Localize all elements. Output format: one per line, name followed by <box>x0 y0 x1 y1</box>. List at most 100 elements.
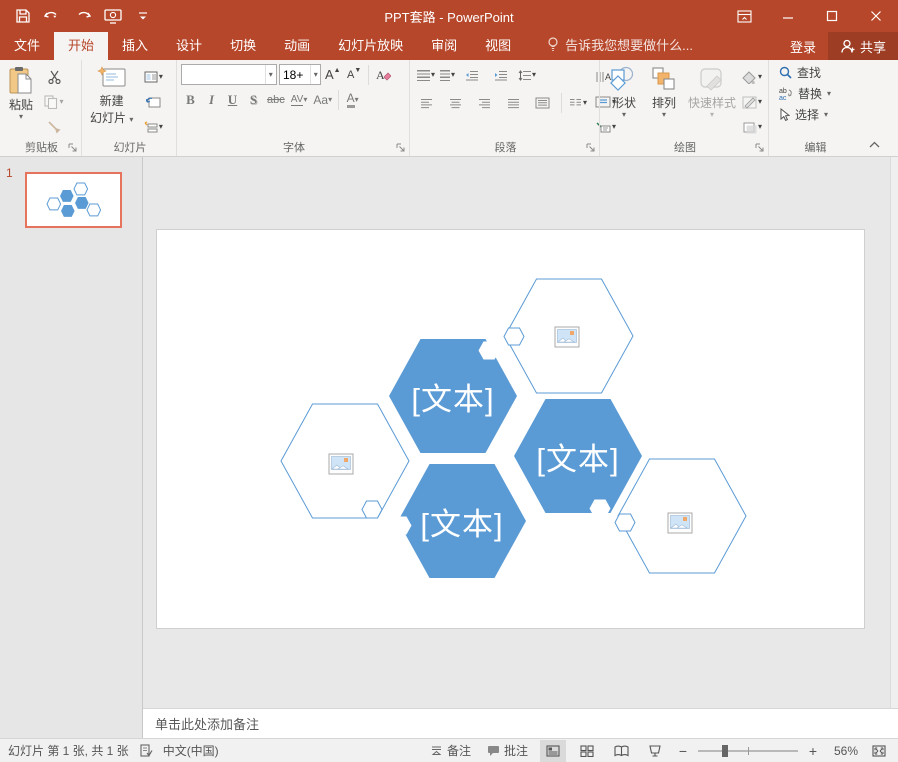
underline-button[interactable]: U <box>223 89 242 110</box>
increase-indent-icon[interactable] <box>489 64 513 86</box>
font-size-combo[interactable]: ▾ <box>279 64 321 85</box>
shape-effects-button[interactable]: ▾ <box>742 116 762 138</box>
arrange-button[interactable]: 排列 ▾ <box>646 64 682 138</box>
maximize-button[interactable] <box>810 0 854 32</box>
numbering-button[interactable]: ▾ <box>440 64 455 86</box>
redo-icon[interactable] <box>70 3 96 29</box>
change-case-button[interactable]: Aa▾ <box>311 89 334 110</box>
quick-styles-button[interactable]: 快速样式 ▾ <box>684 64 740 138</box>
tab-4[interactable]: 切换 <box>216 30 270 60</box>
tab-7[interactable]: 审阅 <box>417 30 471 60</box>
font-dialog-launcher-icon[interactable] <box>396 143 406 153</box>
align-center-icon[interactable] <box>443 92 467 114</box>
paste-button[interactable]: 粘贴 ▾ <box>4 64 38 138</box>
character-spacing-button[interactable]: AV▾ <box>289 89 310 110</box>
italic-button[interactable]: I <box>202 89 221 110</box>
save-icon[interactable] <box>10 3 36 29</box>
reset-slide-icon[interactable] <box>141 91 165 113</box>
share-button[interactable]: 共享 <box>828 32 898 60</box>
tab-1[interactable]: 开始 <box>54 30 108 60</box>
tab-0[interactable]: 文件 <box>0 30 54 60</box>
font-name-combo[interactable]: ▾ <box>181 64 277 85</box>
drawing-dialog-launcher-icon[interactable] <box>755 143 765 153</box>
tab-5[interactable]: 动画 <box>270 30 324 60</box>
bold-button[interactable]: B <box>181 89 200 110</box>
vertical-scrollbar[interactable] <box>890 157 898 708</box>
zoom-in-button[interactable]: + <box>806 743 820 759</box>
shape-outline-button[interactable]: ▾ <box>742 91 762 113</box>
tab-6[interactable]: 幻灯片放映 <box>324 30 417 60</box>
notes-toggle[interactable]: 备注 <box>426 739 475 762</box>
hex-text-placeholder[interactable]: [文本] <box>513 398 643 514</box>
spell-check-icon[interactable] <box>139 744 153 758</box>
shapes-button[interactable]: 形状 ▾ <box>604 64 644 138</box>
format-painter-icon[interactable] <box>42 116 66 138</box>
copy-icon[interactable]: ▾ <box>42 91 66 113</box>
new-slide-button[interactable]: 新建 幻灯片 ▾ <box>86 64 137 138</box>
select-button[interactable]: 选择 ▾ <box>779 106 858 123</box>
tab-2[interactable]: 插入 <box>108 30 162 60</box>
slide-thumbnail[interactable] <box>25 172 122 228</box>
hex-text-placeholder[interactable]: [文本] <box>397 463 527 579</box>
tell-me-box[interactable]: 告诉我您想要做什么... <box>539 30 701 60</box>
zoom-slider[interactable] <box>698 750 798 752</box>
shape-fill-button[interactable]: ▾ <box>742 66 762 88</box>
tab-8[interactable]: 视图 <box>471 30 525 60</box>
cut-icon[interactable] <box>42 66 66 88</box>
zoom-level[interactable]: 56% <box>828 744 858 758</box>
paste-dropdown-icon[interactable]: ▾ <box>19 113 23 121</box>
sign-in-button[interactable]: 登录 <box>778 37 828 56</box>
picture-placeholder-icon[interactable] <box>554 326 580 351</box>
slide-sorter-view-button[interactable] <box>574 740 600 762</box>
comments-toggle[interactable]: 批注 <box>483 739 532 762</box>
minimize-button[interactable] <box>766 0 810 32</box>
section-icon[interactable]: ▾ <box>141 116 165 138</box>
select-cursor-icon <box>779 108 790 121</box>
paragraph-dialog-launcher-icon[interactable] <box>586 143 596 153</box>
font-name-input[interactable] <box>182 65 265 84</box>
undo-icon[interactable] <box>40 3 66 29</box>
strikethrough-button[interactable]: abc <box>265 89 287 110</box>
justify-icon[interactable] <box>501 92 525 114</box>
columns-button[interactable]: ▾ <box>569 92 587 114</box>
align-right-icon[interactable] <box>472 92 496 114</box>
customize-qat-icon[interactable] <box>130 3 156 29</box>
zoom-out-button[interactable]: − <box>676 743 690 759</box>
reading-view-button[interactable] <box>608 740 634 762</box>
hexagon-text-bottom[interactable]: [文本] <box>397 463 527 579</box>
picture-placeholder-icon[interactable] <box>667 512 693 537</box>
slide-layout-icon[interactable]: ▾ <box>141 66 165 88</box>
normal-view-button[interactable] <box>540 740 566 762</box>
slideshow-view-button[interactable] <box>642 740 668 762</box>
fit-slide-to-window-button[interactable] <box>866 740 892 762</box>
bullets-button[interactable]: ▾ <box>414 64 435 86</box>
ribbon-display-options-icon[interactable] <box>722 0 766 32</box>
decrease-indent-icon[interactable] <box>460 64 484 86</box>
zoom-slider-thumb[interactable] <box>722 745 728 757</box>
text-shadow-button[interactable]: S <box>244 89 263 110</box>
find-button[interactable]: 查找 <box>779 64 858 81</box>
decrease-font-size-button[interactable]: A▼ <box>345 64 364 85</box>
clear-formatting-button[interactable]: A <box>373 64 393 85</box>
clipboard-dialog-launcher-icon[interactable] <box>68 143 78 153</box>
align-left-icon[interactable] <box>414 92 438 114</box>
font-size-dropdown-icon[interactable]: ▾ <box>310 65 320 84</box>
slide[interactable]: [文本][文本][文本] <box>156 229 865 629</box>
picture-placeholder-icon[interactable] <box>328 453 354 478</box>
font-name-dropdown-icon[interactable]: ▾ <box>265 65 276 84</box>
collapse-ribbon-icon[interactable] <box>860 60 888 156</box>
start-slideshow-icon[interactable] <box>100 3 126 29</box>
font-color-button[interactable]: A▾ <box>343 89 362 110</box>
increase-font-size-button[interactable]: A▲ <box>323 64 343 85</box>
font-size-input[interactable] <box>280 65 310 84</box>
notes-pane[interactable]: 单击此处添加备注 <box>143 708 898 738</box>
tab-3[interactable]: 设计 <box>162 30 216 60</box>
close-button[interactable] <box>854 0 898 32</box>
line-spacing-button[interactable]: ▾ <box>518 64 536 86</box>
language-indicator[interactable]: 中文(中国) <box>163 742 219 759</box>
share-label: 共享 <box>860 37 886 56</box>
distribute-icon[interactable] <box>530 92 554 114</box>
hexagon-text-middle[interactable]: [文本] <box>513 398 643 514</box>
slide-counter[interactable]: 幻灯片 第 1 张, 共 1 张 <box>8 742 129 759</box>
replace-button[interactable]: abac 替换 ▾ <box>779 85 858 102</box>
